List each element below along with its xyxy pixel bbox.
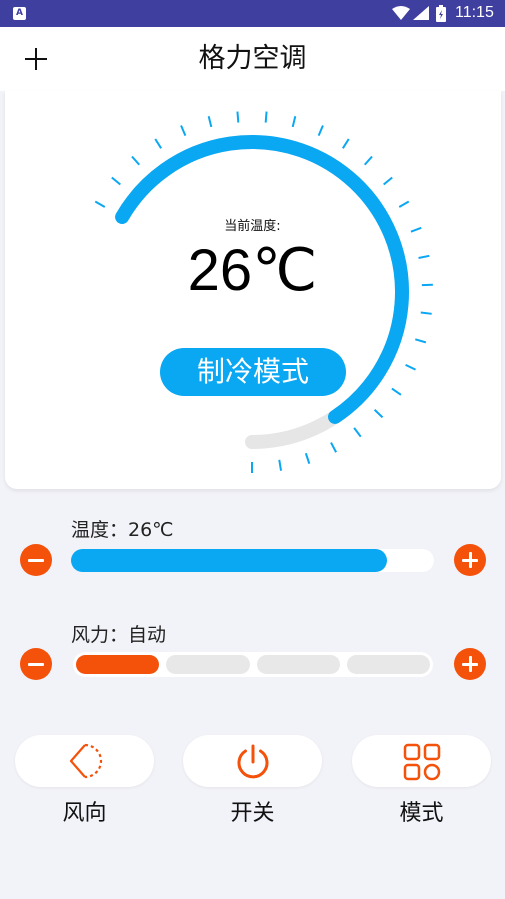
gauge-tick <box>94 200 106 208</box>
gauge-tick <box>304 452 311 465</box>
gauge-tick <box>317 125 324 136</box>
mode-badge[interactable]: 制冷模式 <box>160 348 346 396</box>
mode-button[interactable] <box>352 735 491 787</box>
wind-direction-icon <box>69 743 102 779</box>
gauge-tick <box>405 363 416 371</box>
minus-icon <box>28 662 44 666</box>
minus-icon <box>28 558 44 562</box>
temperature-label: 温度：26℃ <box>71 519 174 541</box>
gauge-tick <box>415 338 427 344</box>
wind-level-segment[interactable] <box>256 655 340 674</box>
current-temp-label: 当前温度: <box>224 219 281 234</box>
gauge-tick <box>236 111 240 123</box>
gauge-tick <box>131 155 141 166</box>
gauge-tick <box>154 138 162 149</box>
wind-increase-button[interactable] <box>454 648 486 680</box>
gauge-tick <box>420 311 432 315</box>
gauge-tick <box>111 176 121 186</box>
gauge-tick <box>353 427 362 438</box>
gauge-tick <box>180 125 187 136</box>
wind-direction-button[interactable] <box>15 735 154 787</box>
mode-label: 模式 <box>399 801 444 826</box>
power-button[interactable] <box>183 735 322 787</box>
gauge-tick <box>207 116 213 128</box>
gauge-tick <box>383 176 393 186</box>
gauge-tick <box>398 200 410 208</box>
wind-direction-label: 风向 <box>62 801 107 826</box>
temperature-slider[interactable] <box>71 549 434 572</box>
gauge-tick <box>363 155 373 166</box>
temp-increase-button[interactable] <box>454 544 486 576</box>
gauge-tick <box>391 387 402 396</box>
gauge-tick <box>330 442 338 453</box>
temp-decrease-button[interactable] <box>20 544 52 576</box>
wind-level-segment[interactable] <box>346 655 430 674</box>
gauge-tick <box>291 116 297 128</box>
mode-grid-icon <box>403 743 440 781</box>
gauge-tick <box>342 138 350 149</box>
power-icon <box>237 744 268 779</box>
wind-decrease-button[interactable] <box>20 648 52 680</box>
gauge-tick <box>264 111 268 123</box>
wind-level-segment[interactable] <box>76 655 160 674</box>
power-label: 开关 <box>230 801 275 826</box>
current-temp-value: 26℃ <box>187 238 318 303</box>
wind-level-slider[interactable] <box>73 652 433 677</box>
temperature-slider-fill <box>71 549 387 572</box>
wind-level-segment[interactable] <box>166 655 250 674</box>
gauge-tick <box>278 459 283 471</box>
gauge-tick <box>373 409 384 419</box>
wind-label: 风力：自动 <box>71 624 167 646</box>
